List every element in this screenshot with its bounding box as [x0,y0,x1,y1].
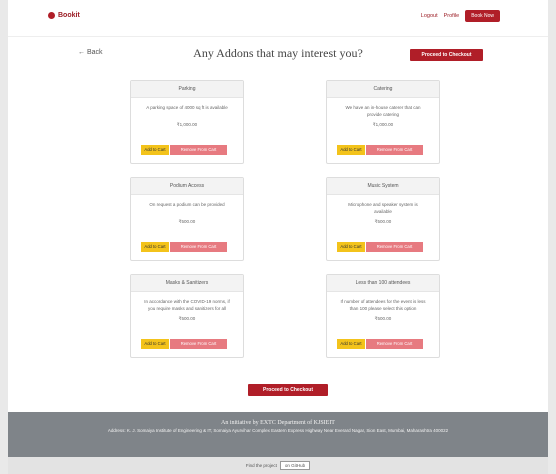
add-to-cart-button[interactable]: Add to Cart [337,242,365,252]
addon-title: Music System [327,178,439,195]
addon-description: If number of attendees for the event is … [340,299,426,311]
addon-title: Catering [327,81,439,98]
navbar: Bookit Logout Profile Book Now [8,0,548,37]
brand-name: Bookit [58,12,80,19]
addon-price: ₹1,000.00 [176,122,198,127]
checkout-button-bottom[interactable]: Proceed to Checkout [248,384,328,396]
addon-card-catering: Catering We have an in-house caterer tha… [326,80,440,164]
add-to-cart-button[interactable]: Add to Cart [141,339,169,349]
add-to-cart-button[interactable]: Add to Cart [337,339,365,349]
addon-price: ₹500.00 [178,316,196,321]
nav-links: Logout Profile Book Now [421,10,500,22]
add-to-cart-button[interactable]: Add to Cart [141,145,169,155]
addon-actions: Add to Cart Remove From Cart [141,339,227,349]
checkout-button-top[interactable]: Proceed to Checkout [410,49,483,61]
addon-description: In accordance with the COVID-19 norms, i… [144,299,230,311]
addon-price: ₹500.00 [374,316,392,321]
remove-from-cart-button[interactable]: Remove From Cart [170,145,227,155]
addon-card-music-system: Music System Microphone and speaker syst… [326,177,440,261]
addon-description: Microphone and speaker system is availab… [348,202,418,214]
add-to-cart-button[interactable]: Add to Cart [141,242,169,252]
footer: An initiative by EXTC Department of KJSI… [8,412,548,457]
addon-description: On request a podium can be provided [149,202,225,207]
footer-bottom-bar: Find the project on GitHub [8,457,548,474]
brand-logo-icon [48,12,55,19]
remove-from-cart-button[interactable]: Remove From Cart [366,339,423,349]
remove-from-cart-button[interactable]: Remove From Cart [170,242,227,252]
addon-card-podium-access: Podium Access On request a podium can be… [130,177,244,261]
add-to-cart-button[interactable]: Add to Cart [337,145,365,155]
remove-from-cart-button[interactable]: Remove From Cart [170,339,227,349]
addon-actions: Add to Cart Remove From Cart [141,242,227,252]
addon-price: ₹500.00 [178,219,196,224]
addon-card-parking: Parking A parking space of 4000 sq ft is… [130,80,244,164]
remove-from-cart-button[interactable]: Remove From Cart [366,242,423,252]
addon-description: A parking space of 4000 sq ft is availab… [146,105,228,110]
find-project-text: Find the project [245,463,277,468]
github-link[interactable]: on GitHub [279,461,311,470]
book-now-button[interactable]: Book Now [465,10,500,22]
remove-from-cart-button[interactable]: Remove From Cart [366,145,423,155]
addon-card-less-than-100: Less than 100 attendees If number of att… [326,274,440,358]
profile-link[interactable]: Profile [444,13,460,19]
addon-price: ₹500.00 [374,219,392,224]
addon-title: Less than 100 attendees [327,275,439,292]
addon-description: We have an in-house caterer that can pro… [345,105,421,117]
logout-link[interactable]: Logout [421,13,438,19]
addon-actions: Add to Cart Remove From Cart [337,242,423,252]
addon-title: Masks & Sanitizers [131,275,243,292]
footer-title: An initiative by EXTC Department of KJSI… [221,420,335,426]
addon-actions: Add to Cart Remove From Cart [337,145,423,155]
footer-address: Address: K. J. Somaiya Institute of Engi… [107,428,449,433]
addon-actions: Add to Cart Remove From Cart [141,145,227,155]
addon-title: Podium Access [131,178,243,195]
addon-actions: Add to Cart Remove From Cart [337,339,423,349]
addon-card-masks-sanitizers: Masks & Sanitizers In accordance with th… [130,274,244,358]
brand[interactable]: Bookit [48,12,80,19]
page: Bookit Logout Profile Book Now ← Back An… [8,0,548,474]
addon-price: ₹1,000.00 [372,122,394,127]
addon-title: Parking [131,81,243,98]
